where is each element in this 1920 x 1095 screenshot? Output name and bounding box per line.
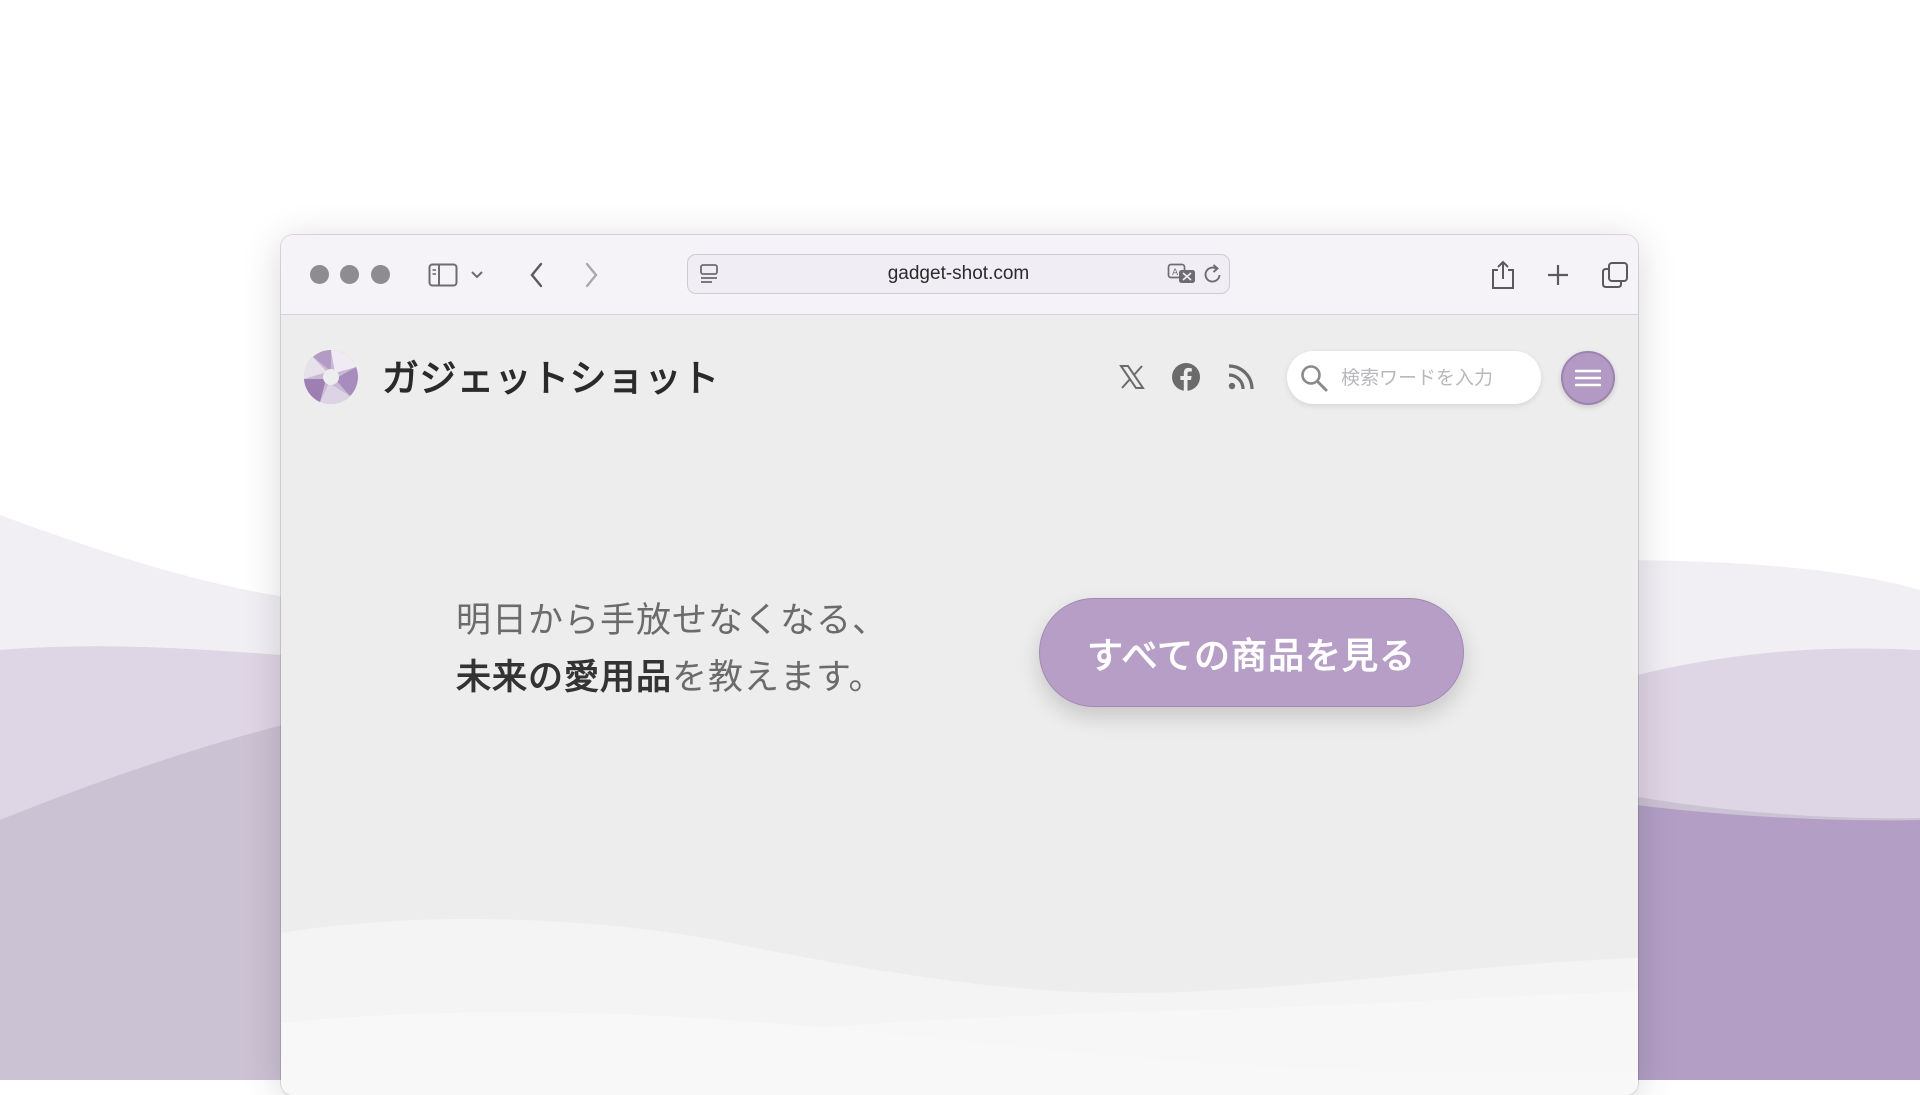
hero-line-1: 明日から手放せなくなる、: [456, 601, 889, 641]
chevron-down-icon[interactable]: [465, 255, 489, 295]
browser-toolbar: gadget-shot.com A: [281, 235, 1638, 315]
url-text[interactable]: gadget-shot.com: [688, 255, 1229, 293]
menu-button[interactable]: [1561, 351, 1615, 405]
share-icon[interactable]: [1483, 255, 1523, 295]
site-logo-icon[interactable]: [303, 349, 359, 405]
view-all-products-button[interactable]: すべての商品を見る: [1039, 598, 1464, 707]
x-icon[interactable]: [1110, 355, 1154, 399]
hero-line-2-rest: を教えます。: [672, 658, 885, 698]
hero-highlight: 未来の愛用品: [456, 658, 673, 698]
minimize-window-button[interactable]: [340, 265, 359, 284]
hamburger-icon: [1575, 369, 1601, 387]
reload-icon[interactable]: [1200, 261, 1226, 287]
translate-icon[interactable]: A: [1166, 261, 1198, 287]
browser-window: gadget-shot.com A ガジェットショット 検索ワードを入力 明日か…: [281, 235, 1638, 1095]
rss-icon[interactable]: [1219, 355, 1263, 399]
search-icon: [1301, 365, 1328, 392]
close-window-button[interactable]: [310, 265, 329, 284]
back-icon[interactable]: [517, 255, 557, 295]
forward-icon[interactable]: [571, 255, 611, 295]
bottom-waves: [281, 919, 1638, 1095]
page-content: ガジェットショット 明日から手放せなくなる、 未来の愛用品を教えます。 すべての…: [281, 315, 1638, 1095]
search-input[interactable]: [1339, 359, 1533, 397]
tab-overview-icon[interactable]: [1595, 255, 1635, 295]
hero-tagline: 明日から手放せなくなる、 未来の愛用品を教えます。: [456, 593, 888, 707]
zoom-window-button[interactable]: [371, 265, 390, 284]
hero-line-2: 未来の愛用品を教えます。: [456, 650, 888, 707]
facebook-icon[interactable]: [1164, 355, 1208, 399]
site-title[interactable]: ガジェットショット: [382, 357, 720, 401]
search-box[interactable]: [1287, 351, 1541, 404]
address-bar[interactable]: gadget-shot.com A: [687, 254, 1230, 294]
sidebar-icon[interactable]: [423, 255, 463, 295]
svg-text:A: A: [1172, 268, 1179, 278]
new-tab-icon[interactable]: [1538, 255, 1578, 295]
